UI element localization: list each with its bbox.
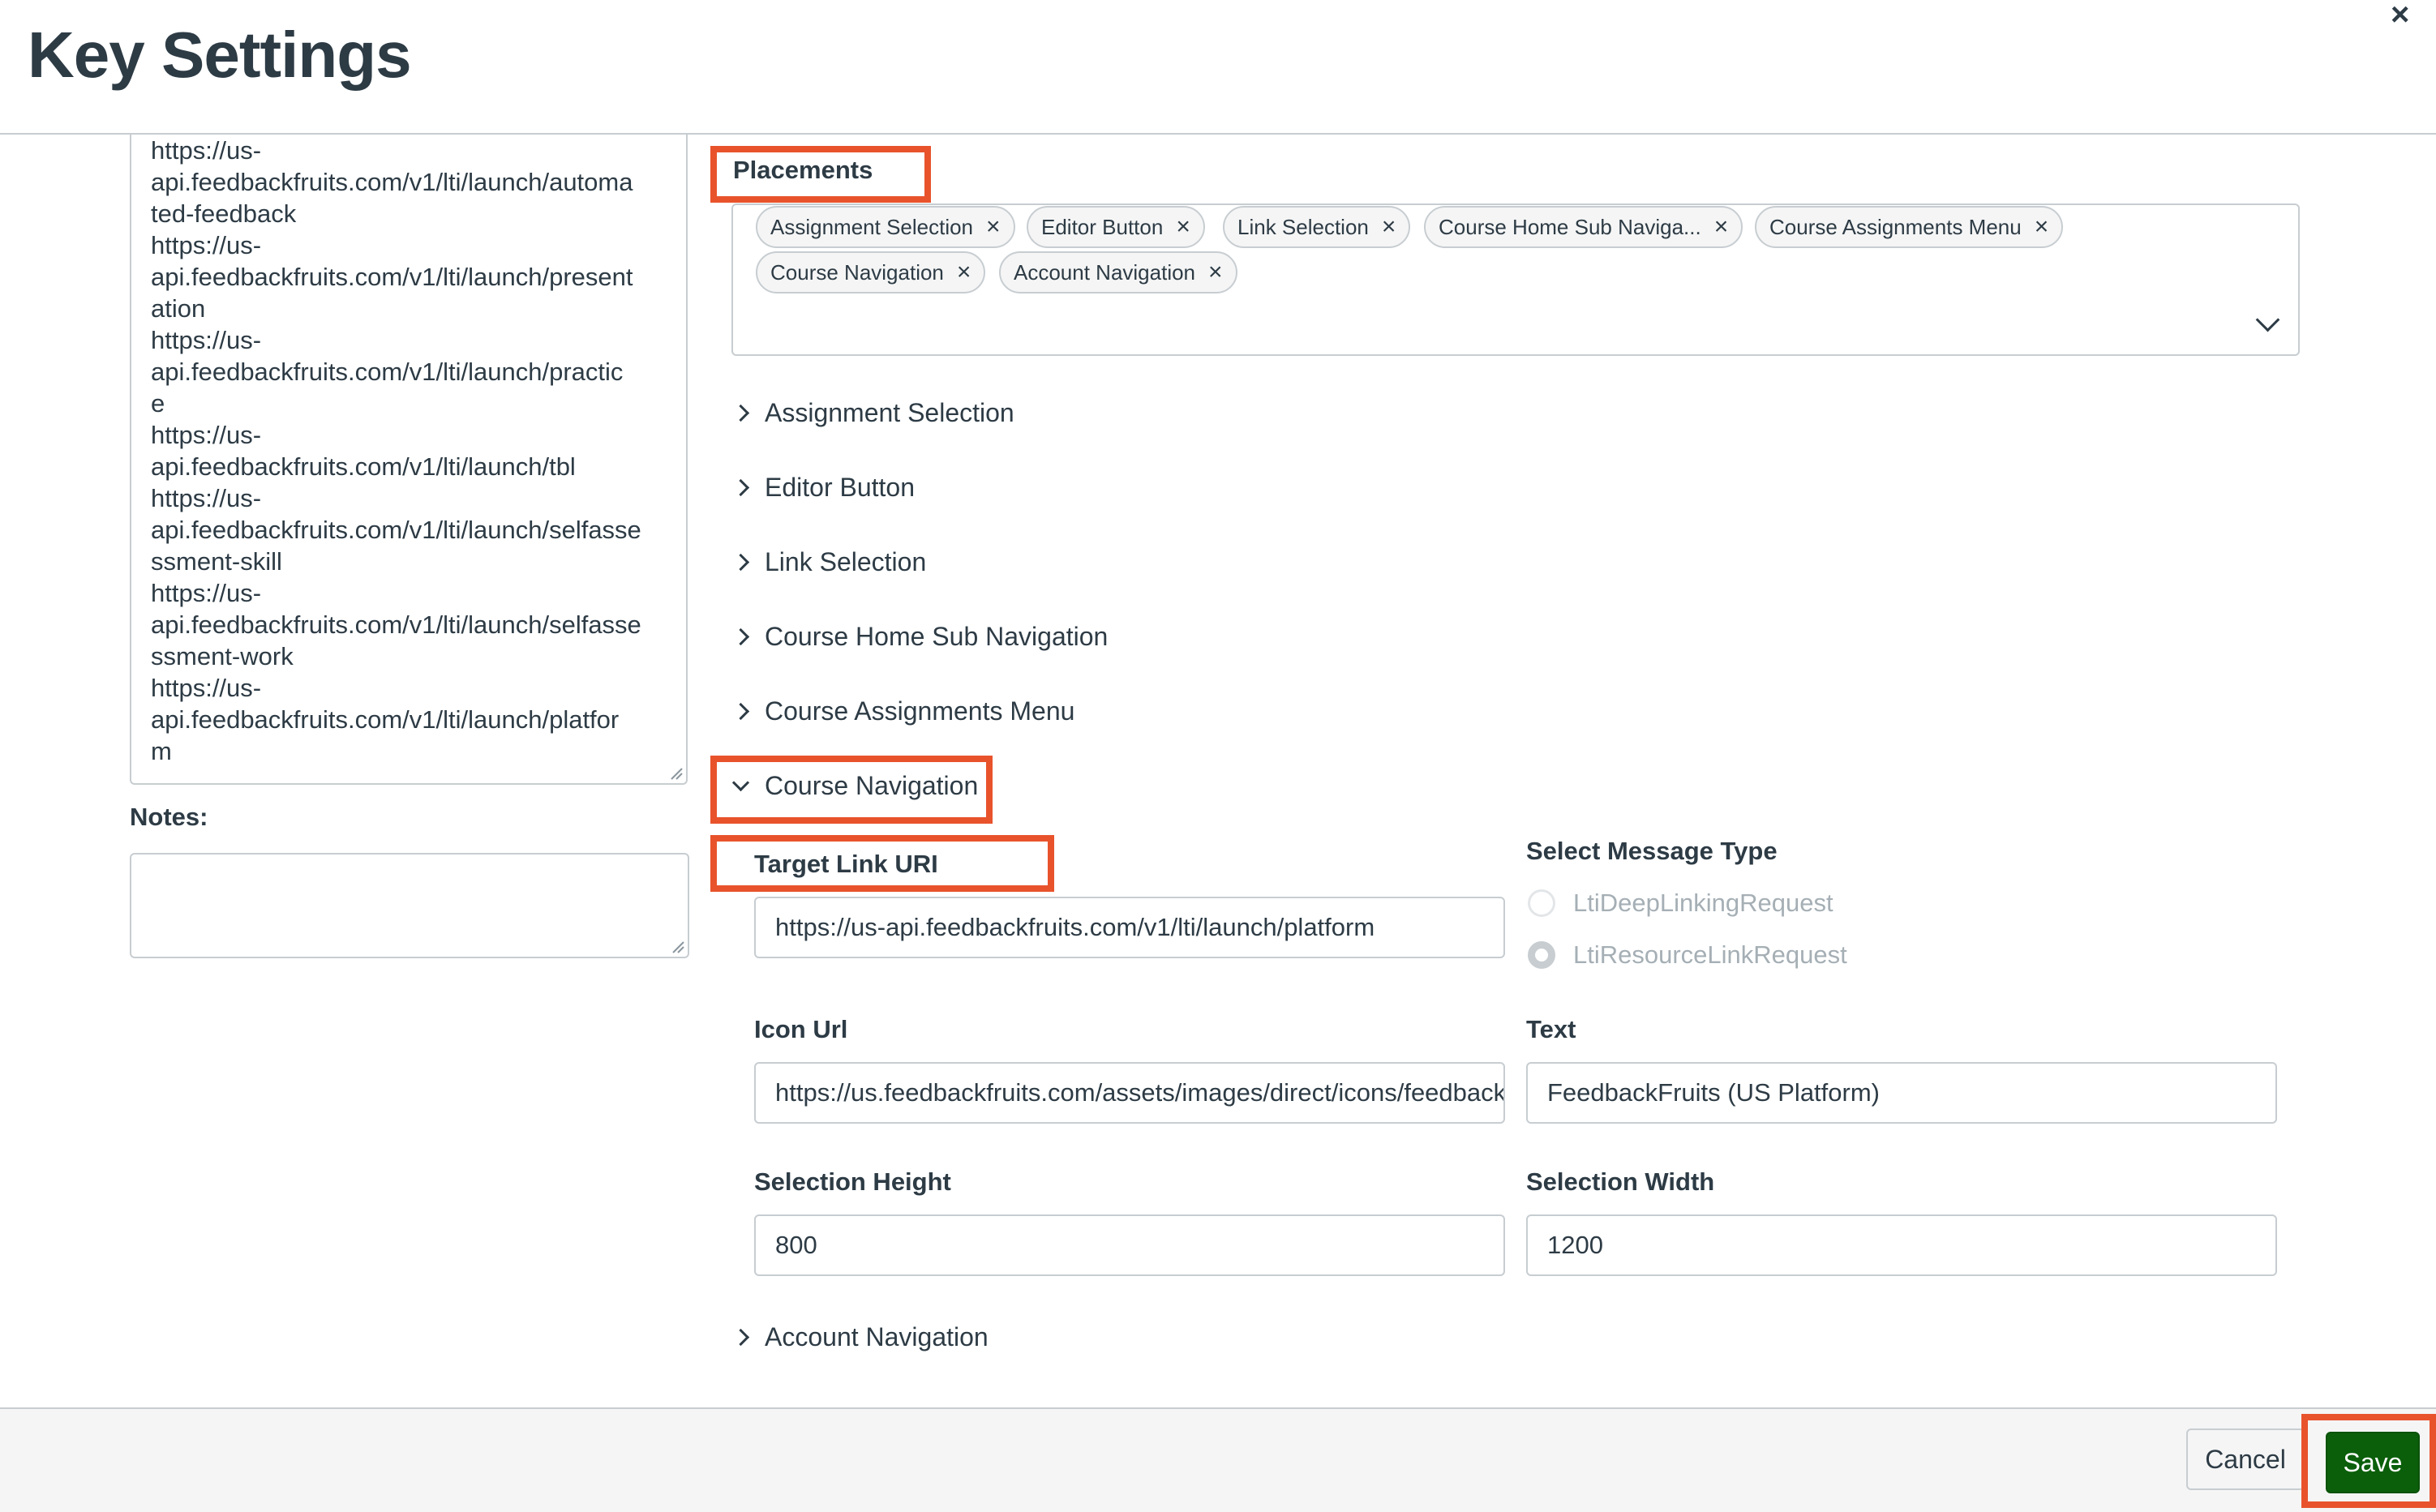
accordion-label: Course Assignments Menu xyxy=(765,696,1075,726)
selection-height-label: Selection Height xyxy=(754,1167,951,1196)
modal-footer xyxy=(0,1407,2436,1512)
placement-chip[interactable]: Link Selection × xyxy=(1223,206,1411,248)
chip-label: Account Navigation xyxy=(1014,259,1196,285)
remove-icon[interactable]: × xyxy=(2035,213,2049,241)
remove-icon[interactable]: × xyxy=(1176,213,1190,241)
uri-line: ssment-work xyxy=(151,642,294,670)
selection-width-label: Selection Width xyxy=(1526,1167,1715,1196)
uri-line: https://us- xyxy=(151,136,262,165)
accordion-label: Course Home Sub Navigation xyxy=(765,621,1109,651)
icon-url-label: Icon Url xyxy=(754,1015,848,1043)
accordion-account-navigation[interactable]: Account Navigation xyxy=(731,1317,989,1357)
placement-chip[interactable]: Editor Button × xyxy=(1027,206,1205,248)
chevron-right-icon xyxy=(731,404,750,422)
remove-icon[interactable]: × xyxy=(957,259,971,286)
radio-label: LtiDeepLinkingRequest xyxy=(1573,889,1833,917)
text-label: Text xyxy=(1526,1015,1576,1043)
chevron-right-icon xyxy=(731,553,750,571)
uri-line: api.feedbackfruits.com/v1/lti/launch/pre… xyxy=(151,263,633,291)
chip-label: Assignment Selection xyxy=(770,214,974,239)
radio-resource-link[interactable]: LtiResourceLinkRequest xyxy=(1528,940,1847,970)
uri-line: https://us- xyxy=(151,326,262,354)
uri-line: https://us- xyxy=(151,421,262,449)
chip-label: Editor Button xyxy=(1041,214,1164,239)
highlight-box xyxy=(710,756,993,824)
chip-label: Course Assignments Menu xyxy=(1769,214,2022,239)
radio-icon[interactable] xyxy=(1528,889,1555,917)
uri-line: https://us- xyxy=(151,579,262,607)
placement-chip[interactable]: Assignment Selection × xyxy=(756,206,1015,248)
chevron-right-icon xyxy=(731,702,750,720)
highlight-box xyxy=(710,146,931,203)
uri-line: https://us- xyxy=(151,484,262,512)
accordion-course-assignments-menu[interactable]: Course Assignments Menu xyxy=(731,691,1075,731)
placement-chip[interactable]: Course Home Sub Naviga... × xyxy=(1424,206,1743,248)
accordion-label: Link Selection xyxy=(765,546,927,576)
chevron-right-icon xyxy=(731,628,750,645)
highlight-box xyxy=(2301,1414,2436,1508)
accordion-link-selection[interactable]: Link Selection xyxy=(731,542,927,582)
accordion-assignment-selection[interactable]: Assignment Selection xyxy=(731,392,1014,433)
selection-width-input[interactable]: 1200 xyxy=(1526,1214,2277,1276)
chip-label: Course Home Sub Naviga... xyxy=(1439,214,1701,239)
accordion-course-home-sub-navigation[interactable]: Course Home Sub Navigation xyxy=(731,616,1109,657)
chevron-right-icon xyxy=(731,478,750,496)
remove-icon[interactable]: × xyxy=(986,213,1001,241)
cancel-button[interactable]: Cancel xyxy=(2186,1428,2305,1490)
selection-height-input[interactable]: 800 xyxy=(754,1214,1505,1276)
accordion-label: Account Navigation xyxy=(765,1321,989,1351)
remove-icon[interactable]: × xyxy=(1208,259,1223,286)
modal-header: Key Settings × xyxy=(0,0,2436,135)
accordion-label: Assignment Selection xyxy=(765,397,1014,427)
uri-line: ssment-skill xyxy=(151,547,282,576)
chevron-right-icon xyxy=(731,1328,750,1346)
resize-handle-icon[interactable] xyxy=(668,765,683,780)
remove-icon[interactable]: × xyxy=(1382,213,1396,241)
uri-line: e xyxy=(151,389,165,418)
text-input[interactable]: FeedbackFruits (US Platform) xyxy=(1526,1062,2277,1124)
uri-line: api.feedbackfruits.com/v1/lti/launch/sel… xyxy=(151,516,641,544)
target-link-uri-input[interactable]: https://us-api.feedbackfruits.com/v1/lti… xyxy=(754,897,1505,958)
icon-url-input[interactable]: https://us.feedbackfruits.com/assets/ima… xyxy=(754,1062,1505,1124)
placement-chip[interactable]: Course Assignments Menu × xyxy=(1755,206,2064,248)
redirect-uris-textarea[interactable]: https://us- api.feedbackfruits.com/v1/lt… xyxy=(130,135,688,785)
uri-line: https://us- xyxy=(151,231,262,259)
uri-line: api.feedbackfruits.com/v1/lti/launch/pra… xyxy=(151,358,624,386)
notes-textarea[interactable] xyxy=(130,853,689,958)
chip-label: Link Selection xyxy=(1237,214,1369,239)
uri-line: ted-feedback xyxy=(151,199,297,228)
accordion-label: Editor Button xyxy=(765,472,915,502)
uri-line: ation xyxy=(151,294,206,323)
message-type-label: Select Message Type xyxy=(1526,837,1778,865)
resize-handle-icon[interactable] xyxy=(670,939,684,953)
close-icon[interactable]: × xyxy=(2391,0,2409,33)
remove-icon[interactable]: × xyxy=(1714,213,1729,241)
highlight-box xyxy=(710,835,1054,892)
uri-line: api.feedbackfruits.com/v1/lti/launch/tbl xyxy=(151,452,576,481)
chip-label: Course Navigation xyxy=(770,259,944,285)
placement-chip[interactable]: Course Navigation × xyxy=(756,251,986,293)
uri-line: api.feedbackfruits.com/v1/lti/launch/pla… xyxy=(151,705,620,734)
radio-label: LtiResourceLinkRequest xyxy=(1573,940,1847,969)
notes-label: Notes: xyxy=(130,803,208,831)
radio-deep-linking[interactable]: LtiDeepLinkingRequest xyxy=(1528,889,1833,918)
placement-chip[interactable]: Account Navigation × xyxy=(999,251,1237,293)
modal-title: Key Settings xyxy=(28,19,412,91)
uri-line: https://us- xyxy=(151,674,262,702)
uri-line: m xyxy=(151,737,172,765)
uri-line: api.feedbackfruits.com/v1/lti/launch/sel… xyxy=(151,610,641,639)
radio-selected-icon[interactable] xyxy=(1528,941,1555,969)
uri-line: api.feedbackfruits.com/v1/lti/launch/aut… xyxy=(151,168,633,196)
accordion-editor-button[interactable]: Editor Button xyxy=(731,467,915,508)
